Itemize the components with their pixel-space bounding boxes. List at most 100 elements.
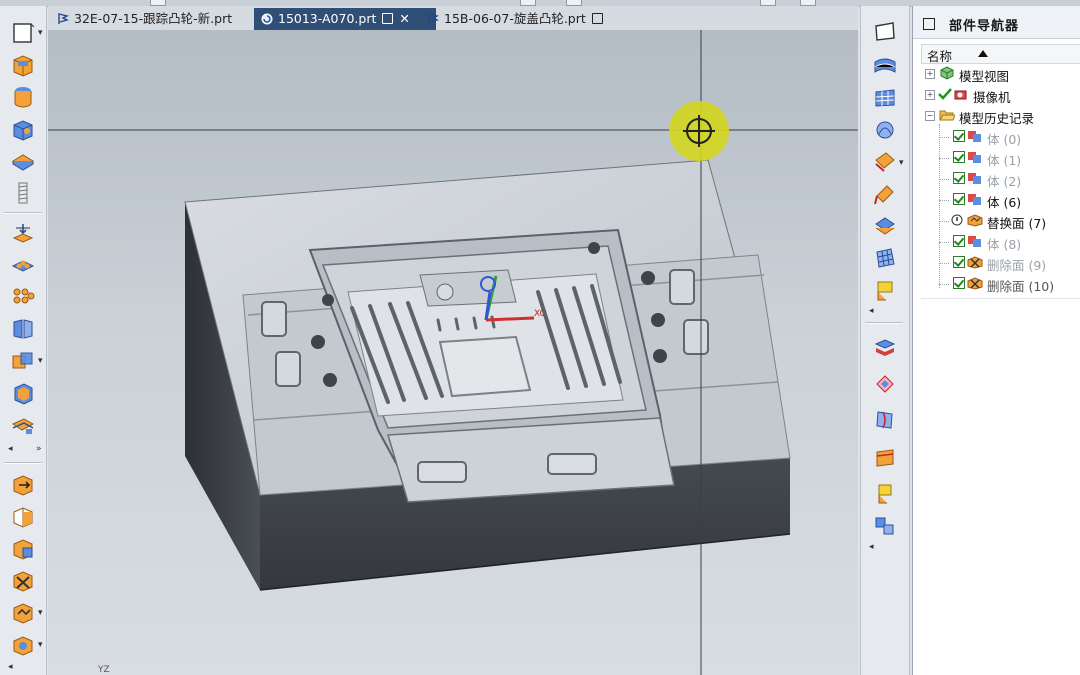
patch-icon[interactable] [873,372,897,396]
resize-blend-icon[interactable] [10,632,36,658]
tree-divider [921,298,1080,299]
trim-body-icon[interactable] [10,412,36,438]
revolve-icon[interactable] [10,84,36,110]
tree-node-body-2[interactable]: 体 (2) [921,169,1080,189]
tree-node-body-6[interactable]: 体 (6) [921,190,1080,210]
view-orientation-label: YZ [97,665,110,675]
thicken-icon[interactable] [10,148,36,174]
through-curves-icon[interactable] [873,54,897,78]
visibility-checkbox[interactable] [953,235,965,247]
scroll-left-icon[interactable]: ◂ [8,444,13,454]
part-file-icon [428,13,439,24]
pull-face-icon[interactable] [10,504,36,530]
toolbar-separator [4,212,42,214]
expand-icon[interactable]: + [925,69,935,79]
tree-connector [939,263,949,264]
body-feature-icon [968,173,981,184]
restore-panel-icon[interactable] [923,18,935,30]
tree-connector [939,179,949,180]
curve-mesh-icon[interactable] [873,86,897,110]
swept-surface-icon[interactable] [873,118,897,142]
move-face-icon[interactable] [10,472,36,498]
chevron-down-icon[interactable]: ▾ [38,608,43,618]
chevron-down-icon[interactable]: ▾ [38,640,43,650]
left-toolbar: ▾ ▾ ◂ » ▾ ▾ ◂ [0,6,47,675]
offset-face-icon[interactable] [10,220,36,246]
replace-face-icon[interactable] [10,600,36,626]
tree-node-body-1[interactable]: 体 (1) [921,148,1080,168]
ruled-surface-icon[interactable] [873,214,897,238]
sew-icon[interactable] [873,336,897,360]
tab-label: 15013-A070.prt [278,11,377,26]
tab-15b-06-07[interactable]: 15B-06-07-旋盖凸轮.prt [420,8,644,30]
bounded-plane-icon[interactable] [873,278,897,302]
select-rectangle-icon[interactable] [10,20,36,46]
thicken-sheet-icon[interactable] [873,446,897,470]
visibility-checkbox[interactable] [953,256,965,268]
pin-icon[interactable] [591,13,603,24]
cursor-crosshair-icon [669,101,729,161]
camera-icon [954,90,967,100]
mold-block-model [184,159,791,591]
chevron-down-icon[interactable]: ▾ [38,356,43,366]
model-canvas: XC YZ [48,30,858,675]
visibility-checkbox[interactable] [953,151,965,163]
shell-icon[interactable] [10,380,36,406]
extension-icon[interactable] [873,182,897,206]
chevron-down-icon[interactable]: ▾ [899,158,904,168]
scroll-left-icon[interactable]: ◂ [869,542,874,552]
scroll-left-icon[interactable]: ◂ [869,306,874,316]
tree-node-delete-face-10[interactable]: 删除面 (10) [921,274,1080,294]
scroll-left-icon[interactable]: ◂ [8,662,13,672]
trim-sheet-icon[interactable] [873,150,897,174]
wave-link-icon[interactable] [873,514,897,538]
tree-node-model-views[interactable]: + 模型视图 [921,64,1080,84]
pattern-feature-icon[interactable] [10,252,36,278]
navigator-title: 部件导航器 [949,19,1020,34]
replace-face-icon [967,214,983,227]
thread-icon[interactable] [10,180,36,206]
tree-connector [939,221,949,222]
chevron-down-icon[interactable]: ▾ [38,28,43,38]
tree-node-label: 体 (2) [987,174,1022,189]
surface-patch-icon[interactable] [873,20,897,44]
collapse-icon[interactable]: − [925,111,935,121]
toolbar-separator [865,322,903,324]
tree-node-delete-face-9[interactable]: 删除面 (9) [921,253,1080,273]
sort-ascending-icon [978,50,988,57]
chevron-double-down-icon[interactable]: » [36,444,42,454]
tab-15013-a070[interactable]: 15013-A070.prt ✕ [254,8,436,30]
offset-surface-icon[interactable] [873,408,897,432]
part-navigator-panel: 部件导航器 名称 + 模型视图 + 摄像机 − 模型历史记录 体 (0) 体 (… [912,6,1080,675]
tab-32e-07-15[interactable]: 32E-07-15-跟踪凸轮-新.prt [50,8,270,30]
extrude-icon[interactable] [10,52,36,78]
tree-node-label: 摄像机 [973,90,1011,105]
folder-open-icon [939,110,955,121]
column-header-name[interactable]: 名称 [921,44,1080,64]
visibility-checkbox[interactable] [953,172,965,184]
delete-face-icon [967,256,983,269]
close-tab-icon[interactable]: ✕ [399,11,409,26]
plane-face-icon[interactable] [873,482,897,506]
pin-icon[interactable] [382,13,394,24]
visibility-checkbox[interactable] [953,277,965,289]
block-icon[interactable] [10,116,36,142]
expand-icon[interactable]: + [925,90,935,100]
array-feature-icon[interactable] [10,284,36,310]
right-toolbar: ▾ ◂ ◂ [860,6,910,675]
mirror-feature-icon[interactable] [10,316,36,342]
triad-x-label: XC [534,309,546,319]
part-file-icon [261,13,273,25]
grid-surface-icon[interactable] [873,246,897,270]
visibility-checkbox[interactable] [953,130,965,142]
delete-face-icon[interactable] [10,568,36,594]
tree-node-body-8[interactable]: 体 (8) [921,232,1080,252]
offset-region-icon[interactable] [10,536,36,562]
tree-node-camera[interactable]: + 摄像机 [921,85,1080,105]
graphics-viewport[interactable]: XC YZ [48,30,858,675]
tree-node-replace-face-7[interactable]: 替换面 (7) [921,211,1080,231]
tree-node-body-0[interactable]: 体 (0) [921,127,1080,147]
combine-icon[interactable] [10,348,36,374]
tree-node-model-history[interactable]: − 模型历史记录 [921,106,1080,126]
visibility-checkbox[interactable] [953,193,965,205]
